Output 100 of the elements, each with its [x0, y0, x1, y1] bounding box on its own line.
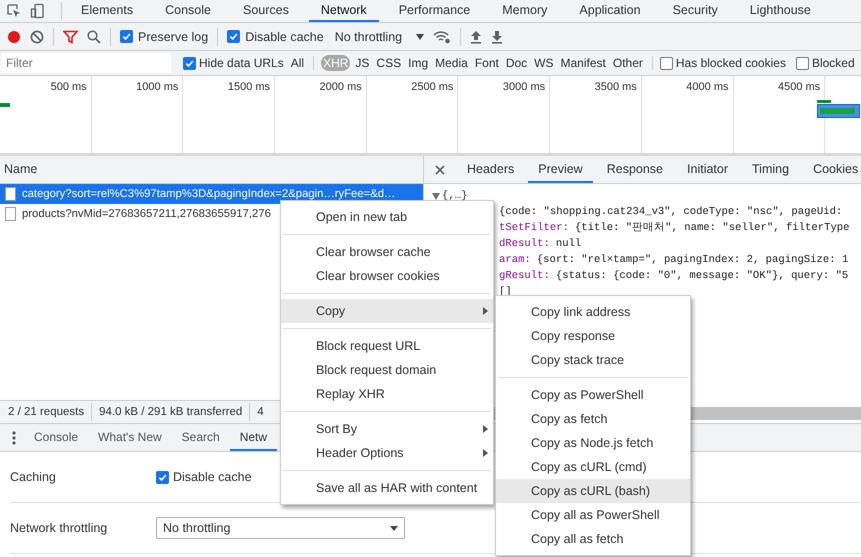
- panel-tab[interactable]: Application: [567, 0, 653, 22]
- type-filter[interactable]: Doc: [504, 55, 530, 71]
- property-key: gResult:: [499, 268, 550, 284]
- tick-label: 500 ms: [50, 81, 87, 95]
- menu-item[interactable]: Copy: [281, 299, 493, 323]
- type-filter[interactable]: Media: [433, 55, 470, 71]
- disable-cache-checkbox[interactable]: [227, 30, 240, 43]
- panel-tab[interactable]: Lighthouse: [738, 0, 823, 22]
- menu-item[interactable]: Copy as cURL (bash): [496, 479, 690, 503]
- upload-icon[interactable]: [470, 30, 482, 44]
- more-icon[interactable]: [12, 430, 16, 444]
- status-text: 4: [257, 406, 264, 418]
- submenu-arrow-icon: [483, 425, 488, 433]
- property-value: {sort: "rel×tamp=", pagingIndex: 2, pagingSize: 1: [536, 253, 848, 268]
- menu-item[interactable]: Clear browser cookies: [281, 264, 493, 288]
- type-filter[interactable]: Manifest: [558, 55, 608, 71]
- menu-item[interactable]: Block request domain: [281, 358, 493, 382]
- setting-label: Caching: [10, 470, 57, 484]
- drawer-tab[interactable]: Search: [172, 424, 230, 451]
- property-value: null: [556, 237, 582, 252]
- filter-field[interactable]: Filter: [1, 53, 171, 73]
- submenu-arrow-icon: [483, 449, 488, 457]
- panel-tab[interactable]: Memory: [490, 0, 560, 22]
- checkbox-label: Blocked: [812, 56, 855, 70]
- menu-item[interactable]: Copy all as PowerShell: [496, 503, 690, 527]
- details-tab[interactable]: Initiator: [677, 156, 738, 183]
- download-icon[interactable]: [491, 30, 504, 44]
- details-tab[interactable]: Preview: [528, 156, 593, 183]
- setting-label: Network throttling: [10, 521, 108, 535]
- drawer-tab[interactable]: Netw: [230, 424, 278, 451]
- menu-item[interactable]: Copy link address: [496, 300, 690, 324]
- menu-item[interactable]: Save all as HAR with content: [281, 476, 493, 500]
- checkbox-label: Disable cache: [173, 470, 252, 484]
- property-value: {status: {code: "0", message: "OK"}, query: "5: [556, 269, 848, 284]
- drawer-tab[interactable]: Console: [24, 424, 88, 451]
- blocked-cookies-checkbox[interactable]: [660, 56, 673, 70]
- checkbox-label: Disable cache: [245, 30, 324, 44]
- drawer-tab[interactable]: What's New: [88, 424, 172, 451]
- tick-label: 2000 ms: [320, 81, 362, 95]
- status-text: 94.0 kB / 291 kB transferred: [99, 406, 242, 418]
- details-tab[interactable]: Cookies: [803, 156, 861, 183]
- submenu-arrow-icon: [483, 307, 488, 315]
- inspect-icon[interactable]: [6, 3, 22, 19]
- menu-item[interactable]: Copy as cURL (cmd): [496, 455, 690, 479]
- throttling-dropdown[interactable]: No throttling: [334, 30, 424, 44]
- request-bar: [0, 103, 10, 107]
- tick-label: 3500 ms: [594, 81, 637, 95]
- menu-item[interactable]: Copy stack trace: [496, 348, 690, 372]
- panel-tab[interactable]: Sources: [230, 0, 301, 22]
- menu-item[interactable]: Copy response: [496, 324, 690, 348]
- status-text: 2 / 21 requests: [8, 406, 84, 418]
- caret-icon: [390, 526, 398, 530]
- setting-checkbox[interactable]: [156, 470, 169, 484]
- panel-tab[interactable]: Performance: [386, 0, 482, 22]
- menu-item[interactable]: Copy as PowerShell: [496, 383, 690, 407]
- details-tab[interactable]: Response: [596, 156, 674, 183]
- menu-item[interactable]: Replay XHR: [281, 382, 493, 406]
- menu-item[interactable]: Sort By: [281, 417, 493, 441]
- panel-tab[interactable]: Elements: [69, 0, 146, 22]
- filter-icon[interactable]: [63, 30, 78, 44]
- menu-item[interactable]: Copy as Node.js fetch: [496, 431, 690, 455]
- tick-label: 4000 ms: [686, 81, 728, 95]
- type-filter[interactable]: WS: [532, 55, 556, 71]
- menu-item[interactable]: Open in new tab: [281, 205, 493, 229]
- details-tab[interactable]: Headers: [457, 156, 524, 183]
- menu-item[interactable]: Clear browser cache: [281, 240, 493, 264]
- throttling-select[interactable]: No throttling: [156, 517, 405, 539]
- panel-tab[interactable]: Console: [153, 0, 223, 22]
- panel-tab[interactable]: Security: [660, 0, 730, 22]
- checkbox-label: Has blocked cookies: [676, 56, 786, 70]
- menu-item[interactable]: Copy as fetch: [496, 407, 690, 431]
- wifi-settings-icon[interactable]: [433, 30, 452, 44]
- menu-item[interactable]: Header Options: [281, 441, 493, 465]
- device-toolbar-icon[interactable]: [30, 3, 46, 19]
- property-value: {title: "판매처", name: "seller", filterType: [574, 221, 850, 236]
- type-filter[interactable]: Other: [610, 55, 645, 71]
- object-summary: {,…}: [442, 190, 468, 202]
- property-key: aram:: [499, 252, 531, 268]
- type-filter[interactable]: Font: [472, 55, 501, 71]
- menu-item[interactable]: Block request URL: [281, 334, 493, 358]
- type-filter[interactable]: Img: [406, 55, 430, 71]
- column-header[interactable]: Name: [0, 156, 423, 184]
- blocked-requests-checkbox[interactable]: [796, 56, 809, 70]
- record-button[interactable]: [7, 30, 21, 44]
- clear-icon[interactable]: [30, 30, 44, 44]
- checkbox-label: Hide data URLs: [199, 56, 284, 70]
- checkbox-label: Preserve log: [138, 30, 208, 44]
- hide-data-urls-checkbox[interactable]: [183, 56, 196, 70]
- request-row[interactable]: category?sort=rel%C3%97tamp%3D&pagingIndex=2&pagin…ryFee=&d…: [0, 184, 423, 204]
- search-icon[interactable]: [87, 30, 101, 44]
- property-value: {code: "shopping.cat234_v3", codeType: "nsc", pageUid:: [499, 205, 842, 220]
- type-filter[interactable]: All: [288, 55, 306, 71]
- menu-item[interactable]: Copy all as fetch: [496, 527, 690, 551]
- tick-label: 2500 ms: [411, 81, 454, 95]
- close-icon[interactable]: [435, 164, 445, 174]
- type-filter[interactable]: JS: [353, 55, 372, 71]
- expand-triangle-icon[interactable]: [432, 192, 440, 200]
- preserve-log-checkbox[interactable]: [120, 30, 133, 43]
- details-tab[interactable]: Timing: [742, 156, 800, 183]
- type-filter[interactable]: CSS: [374, 55, 404, 71]
